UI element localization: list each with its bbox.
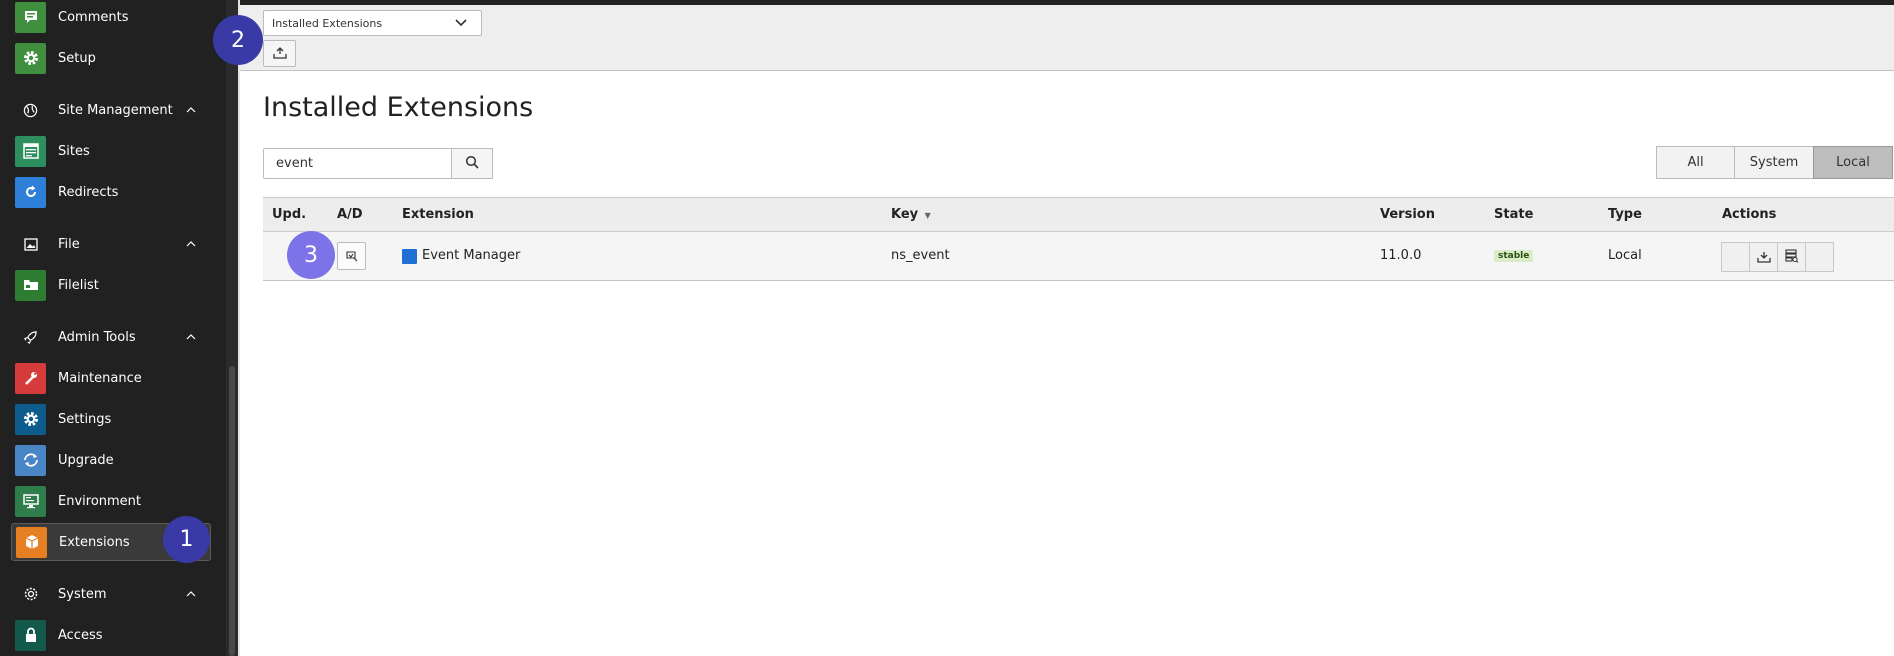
sidebar-item-sites[interactable]: Sites xyxy=(11,132,211,170)
sidebar-item-settings[interactable]: Settings xyxy=(11,400,211,438)
sidebar-item-maintenance[interactable]: Maintenance xyxy=(11,359,211,397)
redirect-icon xyxy=(15,176,46,208)
divider xyxy=(238,0,240,656)
sidebar-item-label: Settings xyxy=(58,411,112,427)
sidebar-item-label: Environment xyxy=(58,493,142,509)
monitor-icon xyxy=(15,485,46,517)
table-header: Upd. A/D Extension Key ▼ Version State T… xyxy=(263,197,1894,232)
upload-button[interactable] xyxy=(263,40,296,67)
toggle-activation-button[interactable] xyxy=(337,242,366,270)
column-extension[interactable]: Extension xyxy=(402,207,474,222)
sidebar-item-comments[interactable]: Comments xyxy=(11,0,211,36)
filter-system-button[interactable]: System xyxy=(1734,146,1814,179)
sidebar-group-site-management[interactable]: Site Management xyxy=(11,95,211,125)
select-value: Installed Extensions xyxy=(272,16,383,30)
sidebar-group-label: System xyxy=(58,586,107,602)
globe-icon xyxy=(15,99,46,121)
column-state[interactable]: State xyxy=(1494,207,1533,222)
database-search-icon xyxy=(1784,248,1799,267)
sidebar-item-upgrade[interactable]: Upgrade xyxy=(11,441,211,479)
search-button[interactable] xyxy=(451,148,493,179)
chevron-up-icon xyxy=(183,241,199,247)
sidebar-item-label: Filelist xyxy=(58,277,99,293)
sidebar-item-label: Upgrade xyxy=(58,452,114,468)
extension-type: Local xyxy=(1608,248,1642,263)
scrollbar-thumb[interactable] xyxy=(229,366,235,656)
sidebar-item-label: Sites xyxy=(58,143,90,159)
filter-all-button[interactable]: All xyxy=(1656,146,1735,179)
step-marker-3: 3 xyxy=(287,231,335,279)
lock-icon xyxy=(15,619,46,651)
extensions-table: Upd. A/D Extension Key ▼ Version State T… xyxy=(263,197,1894,281)
deactivate-icon xyxy=(345,247,359,266)
download-icon xyxy=(1756,248,1771,267)
sidebar-item-label: Setup xyxy=(58,50,96,66)
sidebar-scrollbar[interactable] xyxy=(226,0,238,656)
sidebar-group-label: File xyxy=(58,236,80,252)
gear-icon xyxy=(15,42,46,74)
sidebar-group-system[interactable]: System xyxy=(11,579,211,609)
filter-local-button[interactable]: Local xyxy=(1813,146,1893,179)
row-actions xyxy=(1721,242,1834,272)
gear-icon xyxy=(15,403,46,435)
sidebar-item-filelist[interactable]: Filelist xyxy=(11,266,211,304)
rocket-icon xyxy=(15,326,46,348)
package-icon xyxy=(16,526,47,558)
search-icon xyxy=(465,154,479,173)
sites-icon xyxy=(15,135,46,167)
extension-title: Event Manager xyxy=(422,248,521,263)
column-type[interactable]: Type xyxy=(1608,207,1642,222)
sidebar-group-file[interactable]: File xyxy=(11,229,211,259)
wrench-icon xyxy=(15,362,46,394)
table-row: Event Manager ns_event 11.0.0 stable Loc… xyxy=(263,232,1894,281)
sidebar-group-label: Site Management xyxy=(58,102,173,118)
search-value: event xyxy=(276,156,314,171)
download-button[interactable] xyxy=(1749,242,1778,272)
step-marker-2: 2 xyxy=(213,15,263,65)
sidebar-item-access[interactable]: Access xyxy=(11,616,211,654)
column-upd: Upd. xyxy=(272,207,307,222)
sidebar-item-label: Access xyxy=(58,627,103,643)
sidebar-item-label: Extensions xyxy=(59,534,130,550)
sidebar-item-label: Maintenance xyxy=(58,370,142,386)
sidebar-item-label: Redirects xyxy=(58,184,119,200)
chevron-down-icon xyxy=(455,17,467,30)
extension-icon xyxy=(402,249,417,264)
chevron-up-icon xyxy=(183,334,199,340)
action-empty-button xyxy=(1805,242,1834,272)
type-filter: All System Local xyxy=(1656,146,1893,179)
sidebar-group-label: Admin Tools xyxy=(58,329,136,345)
column-key-label: Key xyxy=(891,207,919,222)
image-icon xyxy=(15,233,46,255)
column-ad: A/D xyxy=(337,207,363,222)
comment-icon xyxy=(15,1,46,33)
step-marker-1: 1 xyxy=(163,516,210,563)
menu-select[interactable]: Installed Extensions xyxy=(263,10,482,36)
upload-icon xyxy=(272,44,287,63)
action-empty-button xyxy=(1721,242,1750,272)
column-actions: Actions xyxy=(1722,207,1777,222)
configure-button[interactable] xyxy=(1777,242,1806,272)
sidebar-item-environment[interactable]: Environment xyxy=(11,482,211,520)
sidebar-item-label: Comments xyxy=(58,9,129,25)
doc-header: Installed Extensions xyxy=(240,5,1894,71)
refresh-icon xyxy=(15,444,46,476)
filelist-icon xyxy=(15,269,46,301)
extension-key: ns_event xyxy=(891,248,950,263)
page-title: Installed Extensions xyxy=(263,92,534,123)
sidebar-item-setup[interactable]: Setup xyxy=(11,39,211,77)
sidebar-item-redirects[interactable]: Redirects xyxy=(11,173,211,211)
status-badge: stable xyxy=(1494,250,1534,262)
chevron-up-icon xyxy=(183,107,199,113)
sort-icon: ▼ xyxy=(924,211,931,220)
chevron-up-icon xyxy=(183,591,199,597)
gear-icon xyxy=(15,583,46,605)
column-version[interactable]: Version xyxy=(1380,207,1435,222)
extension-version: 11.0.0 xyxy=(1380,248,1422,263)
column-key[interactable]: Key ▼ xyxy=(891,207,931,222)
sidebar-group-admin-tools[interactable]: Admin Tools xyxy=(11,322,211,352)
